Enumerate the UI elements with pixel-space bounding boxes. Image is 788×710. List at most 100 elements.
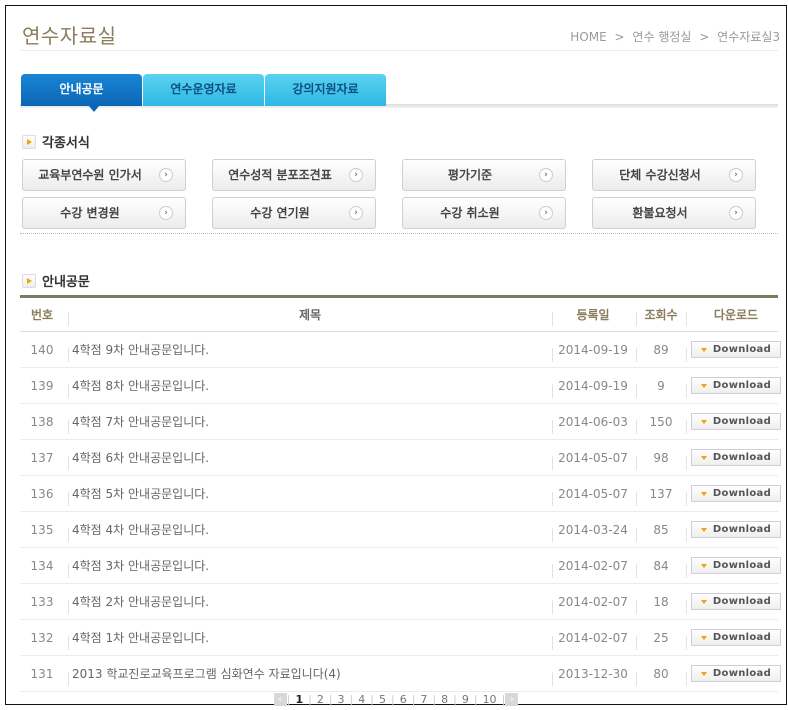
column-separator: [68, 384, 69, 398]
row-views: 85: [653, 522, 669, 537]
col-header-no: 번호: [30, 308, 54, 322]
row-views: 89: [653, 342, 669, 357]
download-button[interactable]: Download: [691, 377, 781, 394]
row-date: 2014-03-24: [558, 522, 628, 537]
form-button-label: 평가기준: [447, 168, 493, 182]
bullet-arrow-icon: [22, 273, 36, 288]
forms-section-heading: 각종서식: [22, 132, 90, 151]
pagination: ‹ | 1 | 2 | 3 | 4 | 5 | 6 | 7 | 8 | 9 | 10 | ›: [6, 693, 786, 706]
download-button[interactable]: Download: [691, 629, 781, 646]
download-arrow-icon: [700, 491, 707, 496]
column-separator: [68, 672, 69, 686]
breadcrumb-home[interactable]: HOME: [570, 30, 606, 44]
row-date: 2014-02-07: [558, 594, 628, 609]
row-views: 84: [653, 558, 669, 573]
table-row: 132 4학점 1차 안내공문입니다. 2014-02-07 25 Download: [20, 620, 781, 656]
page-link[interactable]: 4: [353, 693, 370, 706]
tab-notices[interactable]: 안내공문: [21, 74, 142, 106]
form-download-button[interactable]: 환불요청서 ›: [592, 197, 756, 229]
row-views: 25: [653, 630, 669, 645]
page-link[interactable]: 6: [395, 693, 412, 706]
row-title-link[interactable]: 4학점 4차 안내공문입니다.: [70, 512, 550, 547]
form-button-label: 교육부연수원 인가서: [38, 168, 142, 182]
breadcrumb-separator: >: [699, 30, 710, 44]
row-number: 132: [30, 630, 54, 645]
page-link[interactable]: 5: [374, 693, 391, 706]
download-button[interactable]: Download: [691, 665, 781, 682]
breadcrumb-separator: >: [614, 30, 625, 44]
form-download-button[interactable]: 연수성적 분포조견표 ›: [212, 159, 376, 191]
row-date: 2014-09-19: [558, 342, 628, 357]
page-link[interactable]: 2: [312, 693, 329, 706]
download-button[interactable]: Download: [691, 593, 781, 610]
row-date: 2013-12-30: [558, 666, 628, 681]
section-divider: [20, 233, 778, 234]
download-button[interactable]: Download: [691, 521, 781, 538]
breadcrumb-admin[interactable]: 연수 행정실: [632, 30, 691, 44]
row-download-cell: Download: [686, 548, 786, 583]
download-button-label: Download: [712, 380, 772, 391]
form-download-button[interactable]: 수강 변경원 ›: [22, 197, 186, 229]
column-separator: [68, 636, 69, 650]
row-download-cell: Download: [686, 440, 786, 475]
download-button-label: Download: [712, 524, 772, 535]
row-title-link[interactable]: 4학점 3차 안내공문입니다.: [70, 548, 550, 583]
tab-bar: 안내공문 연수운영자료 강의지원자료: [20, 74, 778, 112]
column-separator: [68, 564, 69, 578]
row-title-link[interactable]: 4학점 6차 안내공문입니다.: [70, 440, 550, 475]
chevron-right-circle-icon: ›: [159, 168, 173, 182]
tab-operation-materials[interactable]: 연수운영자료: [143, 74, 264, 106]
download-button-label: Download: [712, 488, 772, 499]
chevron-right-circle-icon: ›: [349, 206, 363, 220]
page-link[interactable]: 3: [333, 693, 350, 706]
page-link[interactable]: 7: [415, 693, 432, 706]
row-title-link[interactable]: 4학점 2차 안내공문입니다.: [70, 584, 550, 619]
download-button-label: Download: [712, 596, 772, 607]
chevron-right-circle-icon: ›: [539, 168, 553, 182]
page-link[interactable]: 10: [478, 693, 502, 706]
form-download-button[interactable]: 수강 연기원 ›: [212, 197, 376, 229]
download-arrow-icon: [700, 635, 707, 640]
row-views: 150: [649, 414, 673, 429]
download-arrow-icon: [700, 527, 707, 532]
download-button[interactable]: Download: [691, 485, 781, 502]
download-button[interactable]: Download: [691, 341, 781, 358]
next-page-icon[interactable]: ›: [505, 693, 519, 706]
breadcrumb: HOME > 연수 행정실 > 연수자료실3: [568, 28, 782, 45]
row-number: 137: [30, 450, 54, 465]
download-arrow-icon: [700, 563, 707, 568]
row-title-link[interactable]: 2013 학교진로교육프로그램 심화연수 자료입니다(4): [70, 656, 550, 691]
form-download-button[interactable]: 교육부연수원 인가서 ›: [22, 159, 186, 191]
row-title-link[interactable]: 4학점 7차 안내공문입니다.: [70, 404, 550, 439]
chevron-right-circle-icon: ›: [539, 206, 553, 220]
download-button[interactable]: Download: [691, 449, 781, 466]
row-date: 2014-05-07: [558, 450, 628, 465]
column-separator: [68, 528, 69, 542]
tab-lecture-materials[interactable]: 강의지원자료: [265, 74, 386, 106]
row-number: 134: [30, 558, 54, 573]
table-row: 138 4학점 7차 안내공문입니다. 2014-06-03 150 Download: [20, 404, 781, 440]
table-body: 140 4학점 9차 안내공문입니다. 2014-09-19 89 Download 13…: [20, 332, 781, 692]
page-link[interactable]: 8: [436, 693, 453, 706]
row-download-cell: Download: [686, 332, 786, 367]
row-title-link[interactable]: 4학점 9차 안내공문입니다.: [70, 332, 550, 367]
row-title-link[interactable]: 4학점 5차 안내공문입니다.: [70, 476, 550, 511]
download-arrow-icon: [700, 419, 707, 424]
row-views: 137: [649, 486, 673, 501]
column-separator: [68, 420, 69, 434]
row-views: 18: [653, 594, 669, 609]
form-download-button[interactable]: 수강 취소원 ›: [402, 197, 566, 229]
download-button-label: Download: [712, 452, 772, 463]
col-header-views: 조회수: [644, 308, 678, 322]
download-button[interactable]: Download: [691, 557, 781, 574]
form-download-button[interactable]: 평가기준 ›: [402, 159, 566, 191]
prev-page-icon[interactable]: ‹: [273, 693, 287, 706]
table-row: 133 4학점 2차 안내공문입니다. 2014-02-07 18 Download: [20, 584, 781, 620]
page-link[interactable]: 1: [290, 693, 308, 706]
download-button[interactable]: Download: [691, 413, 781, 430]
column-separator: [68, 492, 69, 506]
row-title-link[interactable]: 4학점 1차 안내공문입니다.: [70, 620, 550, 655]
row-title-link[interactable]: 4학점 8차 안내공문입니다.: [70, 368, 550, 403]
page-link[interactable]: 9: [457, 693, 474, 706]
form-download-button[interactable]: 단체 수강신청서 ›: [592, 159, 756, 191]
